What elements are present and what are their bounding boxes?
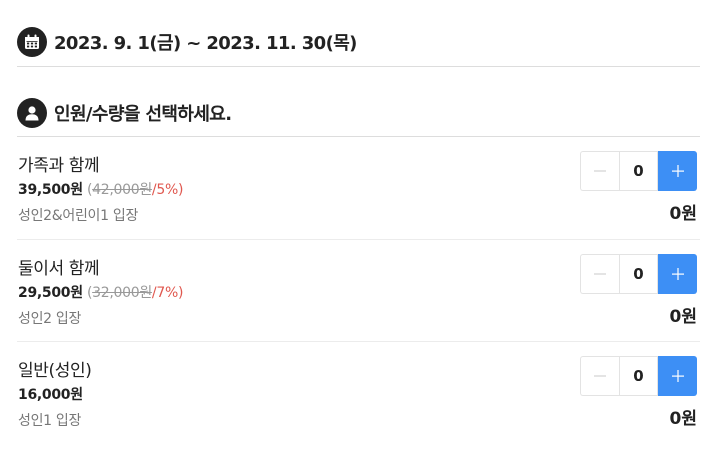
decrease-button[interactable]: [580, 356, 619, 396]
plus-icon: [671, 370, 684, 382]
calendar-icon: [17, 27, 47, 57]
price-line: 29,500원 (32,000원/7%): [18, 282, 183, 302]
increase-button[interactable]: [658, 356, 697, 396]
date-range-text: 2023. 9. 1(금) ~ 2023. 11. 30(목): [54, 33, 357, 54]
plus-icon: [671, 268, 684, 280]
sale-price: 39,500원: [18, 182, 83, 198]
item-total: 0원: [669, 204, 697, 224]
ticket-name: 일반(성인): [18, 361, 92, 381]
decrease-button[interactable]: [580, 151, 619, 191]
quantity-stepper: 0: [580, 254, 697, 294]
ticket-description: 성인1 입장: [18, 413, 82, 429]
ticket-description: 성인2&어린이1 입장: [18, 208, 139, 224]
quantity-stepper: 0: [580, 151, 697, 191]
increase-button[interactable]: [658, 151, 697, 191]
quantity-value[interactable]: 0: [619, 356, 658, 396]
minus-icon: [594, 170, 606, 172]
ticket-item-family: 가족과 함께 39,500원 (42,000원/5%) 성인2&어린이1 입장 …: [17, 137, 700, 239]
plus-icon: [671, 165, 684, 177]
ticket-item-couple: 둘이서 함께 29,500원 (32,000원/7%) 성인2 입장 0 0원: [17, 239, 700, 341]
discount-rate: /7%): [151, 285, 184, 301]
sale-price: 16,000원: [18, 387, 83, 403]
ticket-item-adult: 일반(성인) 16,000원 성인1 입장 0 0원: [17, 341, 700, 443]
decrease-button[interactable]: [580, 254, 619, 294]
quantity-select-title: 인원/수량을 선택하세요.: [54, 103, 232, 125]
price-line: 16,000원: [18, 384, 83, 404]
date-range-header: 2023. 9. 1(금) ~ 2023. 11. 30(목): [17, 22, 700, 67]
original-price: 32,000원: [92, 285, 152, 301]
original-price: 42,000원: [92, 182, 152, 198]
quantity-stepper: 0: [580, 356, 697, 396]
quantity-select-header: 인원/수량을 선택하세요.: [17, 93, 700, 137]
quantity-value[interactable]: 0: [619, 151, 658, 191]
minus-icon: [594, 375, 606, 377]
person-icon: [17, 97, 47, 128]
discount-rate: /5%): [151, 182, 184, 198]
minus-icon: [594, 273, 606, 275]
ticket-description: 성인2 입장: [18, 311, 82, 327]
sale-price: 29,500원: [18, 285, 83, 301]
item-total: 0원: [669, 409, 697, 429]
increase-button[interactable]: [658, 254, 697, 294]
quantity-value[interactable]: 0: [619, 254, 658, 294]
ticket-name: 둘이서 함께: [18, 259, 100, 279]
ticket-name: 가족과 함께: [18, 156, 100, 176]
price-line: 39,500원 (42,000원/5%): [18, 179, 183, 199]
item-total: 0원: [669, 307, 697, 327]
